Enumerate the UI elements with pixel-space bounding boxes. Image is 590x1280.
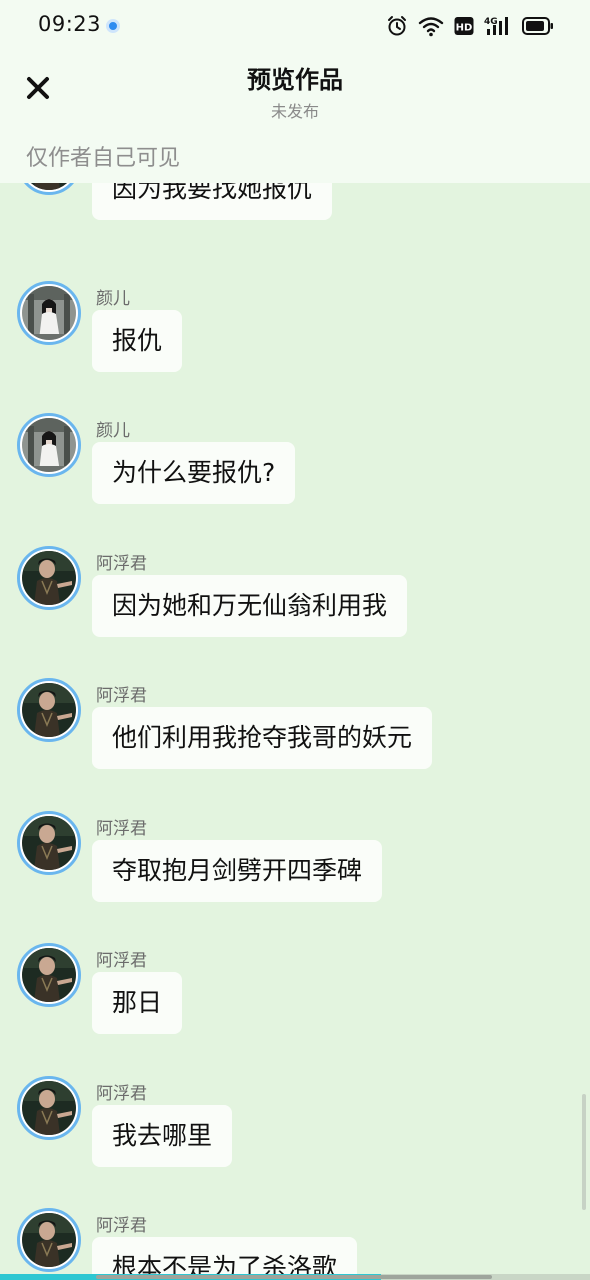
sender-name: 阿浮君 [96,1084,147,1104]
man-avatar[interactable] [17,546,81,610]
message-bubble[interactable]: 他们利用我抢夺我哥的妖元 [92,707,433,769]
sender-name: 阿浮君 [96,1216,147,1236]
status-bar: 09:23 HD 4G [0,0,590,54]
hd-icon: HD [454,17,474,35]
message-bubble[interactable]: 报仇 [92,310,183,372]
man-avatar[interactable] [17,183,81,195]
home-indicator[interactable] [96,1275,492,1279]
alarm-icon [388,16,406,36]
sender-name: 颜儿 [96,421,130,441]
message-bubble[interactable]: 那日 [92,972,183,1034]
scrollbar-thumb[interactable] [582,1094,586,1210]
message-bubble[interactable]: 因为她和万无仙翁利用我 [92,575,408,637]
woman-avatar[interactable] [17,413,81,477]
message-bubble[interactable]: 因为我要找她报仇 [92,183,333,220]
man-avatar[interactable] [17,811,81,875]
woman-avatar[interactable] [17,281,81,345]
signal-icon: 4G [484,17,508,35]
page-subtitle: 未发布 [270,102,319,121]
sender-name: 阿浮君 [96,686,147,706]
wifi-icon [418,17,444,37]
message-bubble[interactable]: 为什么要报仇? [92,442,296,504]
sender-name: 阿浮君 [96,819,147,839]
sender-name: 颜儿 [96,289,130,309]
man-avatar[interactable] [17,1208,81,1272]
message-bubble[interactable]: 夺取抱月剑劈开四季碑 [92,840,383,902]
battery-icon [522,17,553,35]
message-bubble[interactable]: 我去哪里 [92,1105,233,1167]
svg-text:HD: HD [456,23,473,34]
status-icons: HD 4G [386,14,554,38]
chat-list[interactable]: 因为我要找她报仇 颜儿 报仇 颜儿 为什么要报仇? 阿浮君 因为她和万无仙翁利用… [0,183,590,1280]
sender-name: 阿浮君 [96,554,147,574]
man-avatar[interactable] [17,1076,81,1140]
man-avatar[interactable] [17,943,81,1007]
notification-dot-icon [106,19,120,33]
status-time: 09:23 [38,12,102,36]
top-header: 09:23 HD 4G 预览作品 未发布 仅作者自己可见 [0,0,590,183]
sender-name: 阿浮君 [96,951,147,971]
page-title: 预览作品 [247,66,343,94]
man-avatar[interactable] [17,678,81,742]
visibility-notice: 仅作者自己可见 [26,146,181,171]
